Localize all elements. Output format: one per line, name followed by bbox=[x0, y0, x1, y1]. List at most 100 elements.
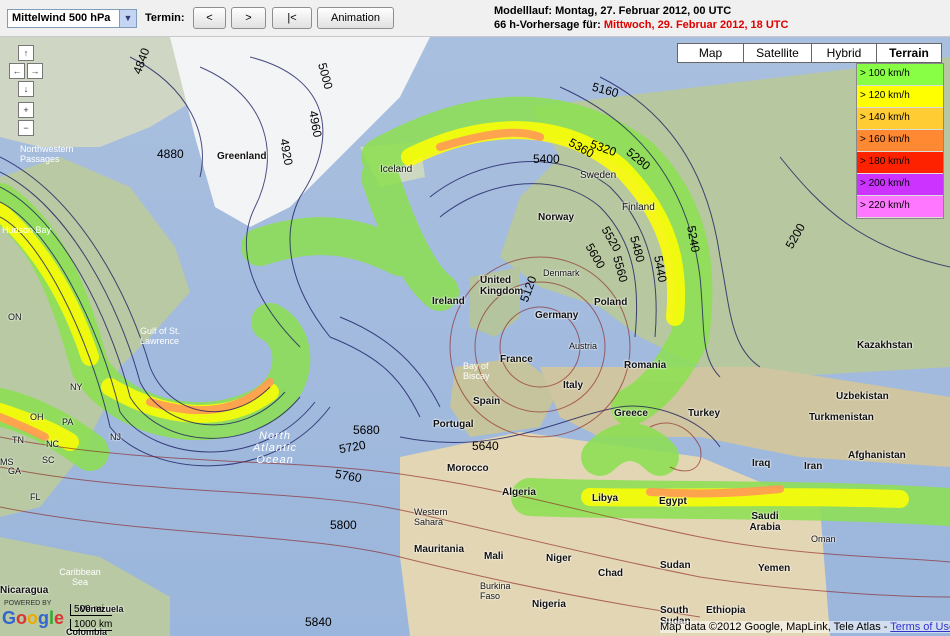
powered-by-label: POWERED BY bbox=[4, 600, 52, 607]
legend-label: > 140 km/h bbox=[860, 112, 910, 123]
forecast-line: 66 h-Vorhersage für: Mittwoch, 29. Febru… bbox=[494, 19, 788, 31]
legend-row: > 120 km/h bbox=[857, 86, 943, 108]
place-label: NY bbox=[70, 382, 83, 392]
place-label: Bay of Biscay bbox=[463, 361, 490, 381]
legend-label: > 200 km/h bbox=[860, 178, 910, 189]
place-label: United Kingdom bbox=[480, 275, 524, 297]
place-label: Iceland bbox=[380, 164, 413, 175]
place-label: NC bbox=[46, 439, 59, 449]
place-label: Hudson Bay bbox=[2, 225, 52, 235]
place-label: Norway bbox=[538, 212, 575, 223]
maptype-hybrid[interactable]: Hybrid bbox=[811, 43, 877, 63]
place-label: Greece bbox=[614, 408, 648, 419]
place-label: Egypt bbox=[659, 496, 687, 507]
legend-row: > 160 km/h bbox=[857, 130, 943, 152]
legend-label: > 100 km/h bbox=[860, 68, 910, 79]
place-label: Mauritania bbox=[414, 544, 465, 555]
model-run-label: Modelllauf: bbox=[494, 5, 553, 17]
place-label: Finland bbox=[622, 202, 655, 213]
place-label: Denmark bbox=[543, 268, 580, 278]
place-label: Oman bbox=[811, 534, 836, 544]
contour-label: 5800 bbox=[330, 518, 357, 532]
place-label: Poland bbox=[594, 297, 628, 308]
forecast-value: Mittwoch, 29. Februar 2012, 18 UTC bbox=[603, 19, 789, 31]
scale-km: 1000 km bbox=[70, 619, 113, 631]
place-label: Sudan bbox=[660, 560, 691, 571]
pan-left-button[interactable]: ← bbox=[9, 63, 25, 79]
place-label: Gulf of St. Lawrence bbox=[140, 326, 181, 346]
place-label: Iran bbox=[804, 461, 823, 472]
place-label: Saudi Arabia bbox=[749, 511, 781, 533]
attribution-text: Map data ©2012 Google, MapLink, Tele Atl… bbox=[660, 621, 888, 633]
model-run-line: Modelllauf: Montag, 27. Februar 2012, 00… bbox=[494, 5, 731, 17]
pan-down-button[interactable]: ↓ bbox=[18, 81, 34, 97]
place-label: Afghanistan bbox=[848, 450, 906, 461]
place-label: Uzbekistan bbox=[836, 391, 889, 402]
place-label: Nicaragua bbox=[0, 585, 49, 596]
place-label: Chad bbox=[598, 568, 623, 579]
place-label: Kazakhstan bbox=[857, 340, 913, 351]
place-label: Sweden bbox=[580, 170, 617, 181]
place-label: ON bbox=[8, 312, 22, 322]
legend-row: > 100 km/h bbox=[857, 64, 943, 86]
place-label: PA bbox=[62, 417, 74, 427]
place-label: Libya bbox=[592, 493, 619, 504]
place-label: Greenland bbox=[217, 151, 267, 162]
pan-right-button[interactable]: → bbox=[27, 63, 43, 79]
terms-of-use-link[interactable]: Terms of Use bbox=[890, 621, 950, 633]
maptype-terrain[interactable]: Terrain bbox=[876, 43, 942, 63]
zoom-in-button[interactable]: + bbox=[18, 102, 34, 118]
forecast-label: 66 h-Vorhersage für: bbox=[494, 19, 601, 31]
google-logo[interactable]: Google bbox=[2, 608, 64, 629]
model-run-value: Montag, 27. Februar 2012, 00 UTC bbox=[555, 5, 732, 17]
legend-row: > 140 km/h bbox=[857, 108, 943, 130]
place-label: Morocco bbox=[447, 463, 489, 474]
chevron-down-icon[interactable]: ▼ bbox=[119, 10, 136, 27]
place-label: Burkina Faso bbox=[480, 581, 511, 601]
place-label: Spain bbox=[473, 396, 501, 407]
place-label: Western Sahara bbox=[414, 507, 448, 527]
legend-label: > 160 km/h bbox=[860, 134, 910, 145]
animation-button[interactable]: Animation bbox=[317, 7, 394, 29]
legend-row: > 200 km/h bbox=[857, 174, 943, 196]
previous-button[interactable]: < bbox=[193, 7, 226, 29]
first-button[interactable]: |< bbox=[272, 7, 312, 29]
place-label: France bbox=[500, 354, 533, 365]
place-label: Nigeria bbox=[532, 599, 566, 610]
pan-up-button[interactable]: ↑ bbox=[18, 45, 34, 61]
place-label: Yemen bbox=[758, 563, 791, 574]
map-canvas[interactable]: 4840 5000 4960 4920 4880 5160 5400 5360 … bbox=[0, 37, 950, 636]
place-label: FL bbox=[30, 492, 41, 502]
ocean-label: North Atlantic Ocean bbox=[252, 430, 298, 466]
place-label: Caribbean Sea bbox=[59, 567, 101, 587]
place-label: Northwestern Passages bbox=[20, 144, 74, 164]
place-label: Portugal bbox=[433, 419, 474, 430]
place-label: Niger bbox=[546, 553, 572, 564]
level-select[interactable]: Mittelwind 500 hPa ▼ bbox=[7, 9, 137, 28]
zoom-out-button[interactable]: − bbox=[18, 120, 34, 136]
contour-label: 5840 bbox=[305, 615, 332, 629]
legend-row: > 220 km/h bbox=[857, 196, 943, 218]
place-label: Algeria bbox=[502, 487, 536, 498]
place-label: Mali bbox=[484, 551, 504, 562]
maptype-satellite[interactable]: Satellite bbox=[743, 43, 812, 63]
place-label: OH bbox=[30, 412, 44, 422]
map-attribution: Map data ©2012 Google, MapLink, Tele Atl… bbox=[660, 621, 950, 633]
contour-label: 4880 bbox=[157, 147, 184, 161]
place-label: Germany bbox=[535, 310, 579, 321]
place-label: Turkey bbox=[688, 408, 721, 419]
place-label: Ireland bbox=[432, 296, 465, 307]
place-label: TN bbox=[12, 435, 24, 445]
termin-label: Termin: bbox=[145, 12, 185, 24]
next-button[interactable]: > bbox=[231, 7, 266, 29]
maptype-map[interactable]: Map bbox=[677, 43, 744, 63]
place-label: Austria bbox=[569, 341, 598, 351]
place-label: MS bbox=[0, 457, 14, 467]
place-label: Ethiopia bbox=[706, 605, 746, 616]
contour-label: 5640 bbox=[472, 439, 499, 453]
place-label: Romania bbox=[624, 360, 667, 371]
place-label: Turkmenistan bbox=[809, 412, 874, 423]
legend-label: > 180 km/h bbox=[860, 156, 910, 167]
legend-label: > 120 km/h bbox=[860, 90, 910, 101]
place-label: GA bbox=[8, 466, 22, 476]
